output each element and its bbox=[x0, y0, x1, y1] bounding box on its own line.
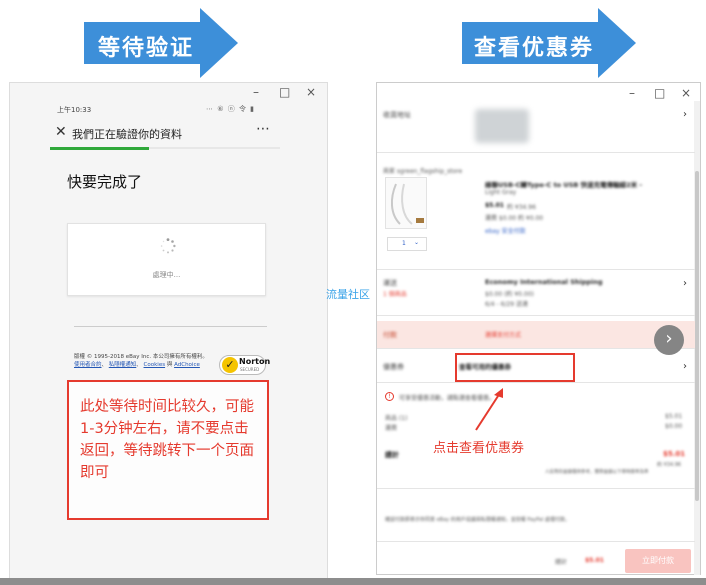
shipping-eta: 6/4 - 6/29 送達 bbox=[485, 301, 529, 308]
next-arrow-button[interactable]: › bbox=[654, 325, 684, 355]
close-window-button[interactable]: × bbox=[681, 86, 691, 100]
norton-name: Norton bbox=[239, 357, 271, 366]
minimize-button[interactable]: – bbox=[253, 85, 259, 99]
quantity-value: 1 bbox=[402, 240, 406, 247]
almost-done-heading: 快要完成了 bbox=[67, 173, 143, 191]
watermark: 流量社区 bbox=[326, 288, 370, 301]
bottom-bar bbox=[0, 578, 706, 585]
shipping-cost: $0.00 (約 ¥0.00) bbox=[485, 291, 534, 298]
payment-label: 付款 bbox=[383, 331, 397, 339]
item-row: 商家 sgreen_flagship_store 綠聯USB-C轉Type-C … bbox=[377, 153, 695, 270]
chevron-right-icon: › bbox=[683, 278, 687, 289]
divider bbox=[74, 326, 267, 327]
product-title[interactable]: 綠聯USB-C轉Type-C to USB 快速充電傳輸線2米 - bbox=[485, 179, 642, 189]
shipping-row[interactable]: 運送 1 個商品 Economy International Shipping … bbox=[377, 270, 695, 316]
pay-now-button[interactable]: 立即付款 bbox=[625, 549, 691, 573]
quantity-select[interactable]: 1 ⌄ bbox=[387, 237, 427, 251]
payment-note[interactable]: ebay 安全付款 bbox=[485, 226, 526, 235]
maximize-button[interactable]: □ bbox=[279, 85, 290, 99]
product-image[interactable] bbox=[385, 177, 427, 229]
loading-progress-bar bbox=[50, 147, 280, 150]
arrow-view-coupon: 查看优惠券 bbox=[462, 8, 636, 78]
legal-footer: 版權 © 1995-2018 eBay Inc. 本公司擁有所有權利。 使用者合… bbox=[74, 353, 222, 369]
total-cny: 約 ¥34.96 bbox=[657, 462, 682, 468]
checkmark-icon: ✓ bbox=[222, 357, 238, 373]
info-icon: ! bbox=[385, 392, 394, 401]
fx-note: 人民幣的金額僅供參考，實際金額以下單時匯率為準 bbox=[545, 470, 649, 475]
arrow-wait-verification: 等待验证 bbox=[84, 8, 238, 78]
norton-secured: SECURED bbox=[240, 367, 260, 372]
coupon-highlight-box bbox=[455, 353, 575, 382]
chevron-right-icon: › bbox=[683, 361, 687, 372]
footer-total-label: 總計 bbox=[555, 559, 568, 566]
loading-progress-fill bbox=[50, 147, 149, 150]
wait-instruction-note: 此处等待时间比较久，可能1-3分钟左右，请不要点击返回，等待跳转下一个页面即可 bbox=[67, 380, 269, 520]
items-value: $5.01 bbox=[665, 413, 683, 420]
close-window-button[interactable]: × bbox=[306, 85, 316, 99]
product-price: $5.01 bbox=[485, 202, 504, 209]
status-time: 上午10:33 bbox=[57, 106, 92, 114]
copyright-text: 版權 © 1995-2018 eBay Inc. 本公司擁有所有權利。 bbox=[74, 354, 208, 360]
privacy-link[interactable]: 私隱權通知 bbox=[109, 362, 137, 368]
coupon-label: 優惠券 bbox=[383, 363, 404, 371]
scrollbar-thumb[interactable] bbox=[695, 171, 699, 501]
status-icons: ⋯ ⑥ ⓝ 令 ▮ bbox=[206, 105, 256, 113]
shipping-note: 運費 $0.00 約 ¥0.00 bbox=[485, 215, 544, 222]
spinner-icon bbox=[160, 238, 176, 254]
processing-text: 處理中... bbox=[152, 271, 181, 279]
adchoice-link[interactable]: AdChoice bbox=[174, 362, 200, 368]
maximize-button[interactable]: □ bbox=[654, 86, 665, 100]
chevron-down-icon: ⌄ bbox=[414, 239, 420, 246]
verification-window: – □ × 上午10:33 ⋯ ⑥ ⓝ 令 ▮ ✕ 我們正在驗證你的資料 ⋯ 快… bbox=[9, 82, 328, 582]
seller-label: 商家 sgreen_flagship_store bbox=[383, 168, 463, 175]
payment-value: 選擇支付方式 bbox=[485, 332, 522, 339]
product-color: Light Gray bbox=[485, 189, 517, 196]
more-menu-icon[interactable]: ⋯ bbox=[256, 121, 271, 137]
total-label: 總計 bbox=[385, 451, 399, 459]
chevron-right-icon: › bbox=[683, 109, 687, 120]
shipping-fee-label: 運費 bbox=[385, 425, 398, 432]
norton-badge: ✓ Norton SECURED bbox=[219, 355, 270, 375]
address-row[interactable]: 收貨地址 › bbox=[377, 101, 695, 153]
annotation-arrow-icon bbox=[475, 388, 503, 431]
arrow-coupon-label: 查看优惠券 bbox=[474, 36, 595, 61]
terms-text: 確認付款即表示你同意 eBay 的用戶協議與私隱權通知，並授權 PayPal 處… bbox=[385, 517, 570, 523]
arrow-wait-label: 等待验证 bbox=[98, 36, 195, 61]
address-redacted bbox=[475, 109, 529, 143]
shipping-label: 運送 bbox=[383, 279, 397, 287]
address-label: 收貨地址 bbox=[383, 111, 411, 119]
footer-total-value: $5.01 bbox=[585, 557, 604, 564]
payment-row[interactable]: 付款 選擇支付方式 bbox=[377, 321, 695, 349]
total-value: $5.01 bbox=[663, 450, 686, 458]
user-agreement-link[interactable]: 使用者合約 bbox=[74, 362, 102, 368]
checkout-window: – □ × 收貨地址 › 商家 sgreen_flagship_store 綠聯… bbox=[376, 82, 701, 575]
price-note: 約 ¥34.96 bbox=[507, 204, 536, 211]
cable-icon bbox=[390, 183, 424, 225]
minimize-button[interactable]: – bbox=[629, 86, 635, 100]
shipping-method: Economy International Shipping bbox=[485, 278, 603, 286]
shipping-sub: 1 個商品 bbox=[383, 291, 407, 298]
items-label: 商品 (1) bbox=[385, 415, 408, 422]
order-summary: ! 可享受優惠活動，請點選查看優惠。 商品 (1) $5.01 運費 $0.00… bbox=[377, 383, 695, 489]
page-title: 我們正在驗證你的資料 bbox=[72, 128, 182, 141]
processing-card: 處理中... bbox=[67, 223, 266, 296]
shipping-fee-value: $0.00 bbox=[665, 423, 683, 430]
annotation-label: 点击查看优惠券 bbox=[433, 441, 525, 456]
cookies-link[interactable]: Cookies bbox=[144, 362, 166, 368]
close-icon[interactable]: ✕ bbox=[55, 124, 67, 140]
